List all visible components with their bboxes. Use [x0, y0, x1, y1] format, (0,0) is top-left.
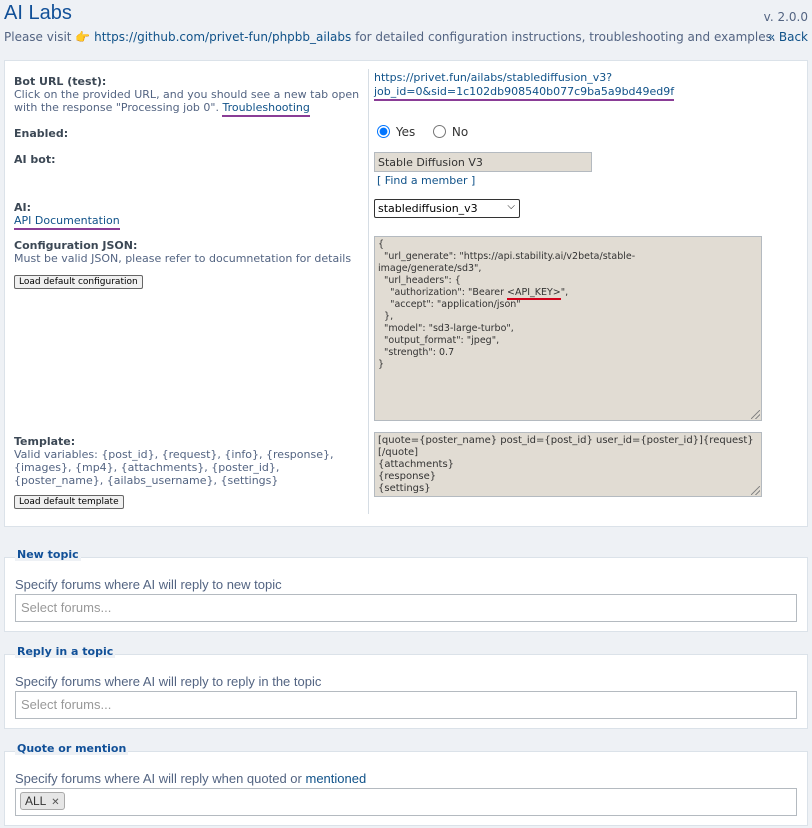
- new-topic-fieldset: New topic Specify forums where AI will r…: [4, 548, 808, 632]
- new-topic-description: Specify forums where AI will reply to ne…: [15, 577, 282, 592]
- find-member-link[interactable]: [ Find a member ]: [374, 174, 592, 187]
- repo-link[interactable]: https://github.com/privet-fun/phpbb_aila…: [94, 30, 351, 44]
- bot-url-link[interactable]: https://privet.fun/ailabs/stablediffusio…: [374, 71, 675, 101]
- api-documentation-link[interactable]: API Documentation: [14, 214, 120, 230]
- template-description: Valid variables: {post_id}, {request}, {…: [14, 448, 334, 487]
- visit-suffix: for detailed configuration instructions,…: [355, 30, 776, 44]
- ai-label: AI:: [14, 201, 32, 214]
- enabled-label-block: Enabled:: [14, 127, 366, 140]
- chevron-down-icon: ⌵: [507, 201, 515, 212]
- enabled-no-radio[interactable]: [433, 125, 447, 138]
- template-label-block: Template: Valid variables: {post_id}, {r…: [14, 435, 366, 509]
- page-header: AI Labs v. 2.0.0 Please visit 👉 https://…: [0, 0, 812, 48]
- enabled-yes-radio[interactable]: [377, 125, 390, 138]
- enabled-yes-option[interactable]: Yes: [374, 125, 419, 139]
- ai-bot-value: Stable Diffusion V3 [ Find a member ]: [374, 152, 592, 187]
- ai-bot-input[interactable]: Stable Diffusion V3: [374, 152, 592, 172]
- config-json-label: Configuration JSON:: [14, 239, 138, 252]
- quote-mention-fieldset: Quote or mention Specify forums where AI…: [4, 742, 808, 826]
- bot-url-description: Click on the provided URL, and you shoul…: [14, 88, 366, 117]
- ai-label-block: AI: API Documentation: [14, 201, 366, 230]
- config-json-wrap: { "url_generate": "https://api.stability…: [374, 236, 762, 421]
- pointing-hand-icon: 👉: [75, 30, 91, 44]
- template-label: Template:: [14, 435, 76, 448]
- bot-url-line2: job_id=0&sid=1c102db908540b077c9ba5a9bd4…: [374, 85, 675, 101]
- config-json-description: Must be valid JSON, please refer to docu…: [14, 252, 352, 265]
- ai-select[interactable]: stablediffusion_v3 ⌵: [374, 199, 520, 218]
- load-default-configuration-button[interactable]: Load default configuration: [14, 275, 143, 289]
- quote-mention-legend: Quote or mention: [15, 742, 129, 755]
- fieldset-border: [5, 654, 807, 655]
- enabled-no-label: No: [451, 125, 469, 139]
- template-textarea[interactable]: [quote={poster_name} post_id={post_id} u…: [374, 432, 762, 497]
- enabled-no-option[interactable]: No: [433, 125, 468, 139]
- ai-select-wrap: stablediffusion_v3 ⌵: [374, 199, 520, 218]
- enabled-radios: Yes No: [374, 125, 468, 139]
- forum-tag-label: ALL: [25, 794, 46, 808]
- visit-line: Please visit 👉 https://github.com/privet…: [4, 30, 776, 44]
- visit-prefix: Please visit: [4, 30, 72, 44]
- template-wrap: [quote={poster_name} post_id={post_id} u…: [374, 432, 762, 497]
- quote-mention-description-text: Specify forums where AI will reply when …: [15, 771, 302, 786]
- back-link[interactable]: « Back: [768, 30, 808, 44]
- resize-handle-icon[interactable]: [751, 410, 760, 419]
- forum-tag-all: ALL ✕: [20, 792, 65, 810]
- fieldset-border: [5, 557, 807, 558]
- new-topic-legend: New topic: [15, 548, 81, 561]
- reply-topic-legend: Reply in a topic: [15, 645, 116, 658]
- reply-topic-forum-select[interactable]: Select forums...: [15, 691, 797, 719]
- settings-panel: Bot URL (test): Click on the provided UR…: [4, 60, 808, 527]
- ai-bot-label-block: AI bot:: [14, 153, 366, 166]
- config-json-textarea[interactable]: { "url_generate": "https://api.stability…: [374, 236, 762, 421]
- ai-bot-label: AI bot:: [14, 153, 56, 166]
- bot-url-label: Bot URL (test):: [14, 75, 107, 88]
- page-title: AI Labs: [4, 2, 72, 24]
- bot-url-label-block: Bot URL (test): Click on the provided UR…: [14, 75, 366, 117]
- version-label: v. 2.0.0: [763, 10, 808, 24]
- new-topic-forum-select[interactable]: Select forums...: [15, 594, 797, 622]
- quote-mention-forum-select[interactable]: ALL ✕: [15, 788, 797, 816]
- enabled-label: Enabled:: [14, 127, 69, 140]
- close-icon[interactable]: ✕: [51, 797, 59, 808]
- reply-topic-description: Specify forums where AI will reply to re…: [15, 674, 322, 689]
- reply-topic-fieldset: Reply in a topic Specify forums where AI…: [4, 645, 808, 729]
- resize-handle-icon[interactable]: [751, 486, 760, 495]
- template-text: [quote={poster_name} post_id={post_id} u…: [378, 435, 754, 494]
- bot-url-line1: https://privet.fun/ailabs/stablediffusio…: [374, 71, 613, 84]
- bot-url-value: https://privet.fun/ailabs/stablediffusio…: [374, 71, 675, 101]
- quote-mention-description: Specify forums where AI will reply when …: [15, 771, 366, 786]
- column-divider: [368, 69, 369, 514]
- enabled-yes-label: Yes: [395, 125, 416, 139]
- config-json-label-block: Configuration JSON: Must be valid JSON, …: [14, 239, 366, 289]
- load-default-template-button[interactable]: Load default template: [14, 495, 124, 509]
- ai-select-value: stablediffusion_v3: [378, 202, 478, 215]
- mentioned-link[interactable]: mentioned: [305, 771, 366, 786]
- troubleshooting-link[interactable]: Troubleshooting: [222, 101, 310, 117]
